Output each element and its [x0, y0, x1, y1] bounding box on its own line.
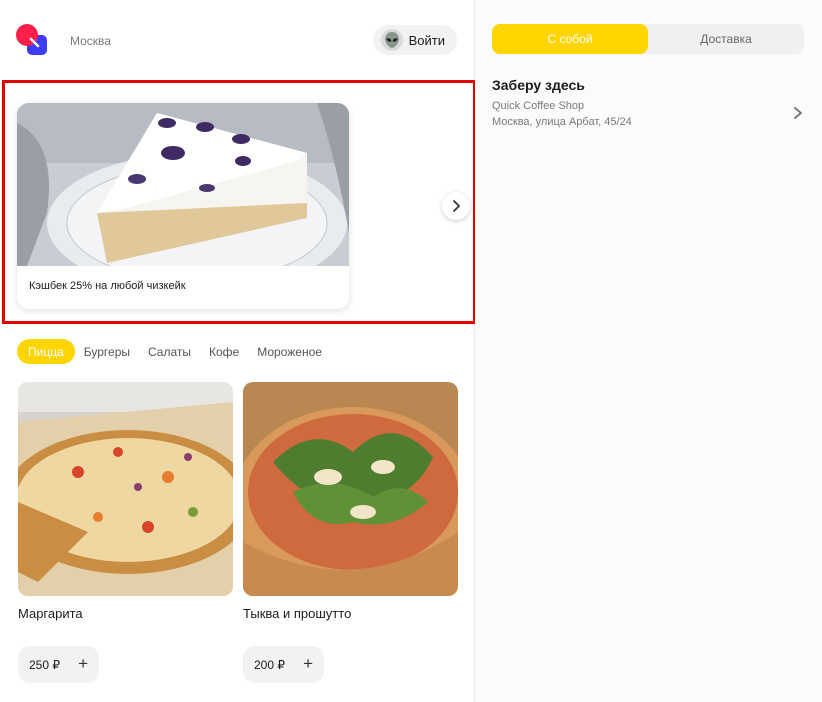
chevron-right-icon	[794, 107, 802, 119]
login-button[interactable]: Войти	[372, 25, 457, 55]
tab-burgers[interactable]: Бургеры	[75, 339, 139, 364]
product-card[interactable]: Тыква и прошутто 200 ₽ +	[243, 382, 458, 683]
margherita-image	[18, 382, 233, 596]
mode-delivery[interactable]: Доставка	[648, 24, 804, 54]
product-name: Маргарита	[18, 606, 83, 621]
product-price: 250 ₽	[29, 657, 60, 672]
promo-card[interactable]: Кэшбек 25% на любой чизкейк	[17, 103, 349, 309]
plus-icon: +	[78, 654, 88, 673]
pickup-title: Заберу здесь	[492, 77, 585, 93]
tab-ice-cream[interactable]: Мороженое	[248, 339, 331, 364]
tab-coffee[interactable]: Кофе	[200, 339, 248, 364]
pickup-location[interactable]: Заберу здесь Quick Coffee Shop Москва, у…	[492, 77, 804, 133]
add-to-cart-button[interactable]: 200 ₽ +	[243, 646, 324, 683]
delivery-mode-switch: С собой Доставка	[492, 24, 804, 54]
menu-panel: Москва Войти Кэшбек 25% на любой чизкейк…	[0, 0, 476, 702]
pickup-shop-name: Quick Coffee Shop	[492, 100, 585, 112]
mode-takeaway[interactable]: С собой	[492, 24, 648, 54]
alien-avatar-icon	[380, 29, 403, 51]
city-selector[interactable]: Москва	[70, 34, 111, 48]
plus-icon: +	[303, 654, 313, 673]
add-to-cart-button[interactable]: 250 ₽ +	[18, 646, 99, 683]
brand-logo-icon[interactable]	[16, 24, 48, 56]
app-root: Москва Войти Кэшбек 25% на любой чизкейк…	[0, 0, 822, 702]
chevron-right-icon	[453, 200, 460, 212]
cheesecake-image	[17, 103, 349, 266]
product-price: 200 ₽	[254, 657, 285, 672]
header: Москва Войти	[0, 0, 475, 80]
tab-pizza[interactable]: Пицца	[17, 339, 75, 364]
product-card[interactable]: Маргарита 250 ₽ +	[18, 382, 233, 683]
tab-salads[interactable]: Салаты	[139, 339, 200, 364]
carousel-next-button[interactable]	[442, 192, 470, 220]
category-tabs: Пицца Бургеры Салаты Кофе Мороженое	[17, 339, 331, 364]
login-label: Войти	[408, 32, 445, 48]
order-panel: С собой Доставка Заберу здесь Quick Coff…	[475, 0, 822, 702]
pickup-address: Москва, улица Арбат, 45/24	[492, 116, 632, 128]
promo-caption: Кэшбек 25% на любой чизкейк	[29, 280, 186, 292]
pumpkin-prosciutto-image	[243, 382, 458, 596]
product-name: Тыква и прошутто	[243, 606, 352, 621]
